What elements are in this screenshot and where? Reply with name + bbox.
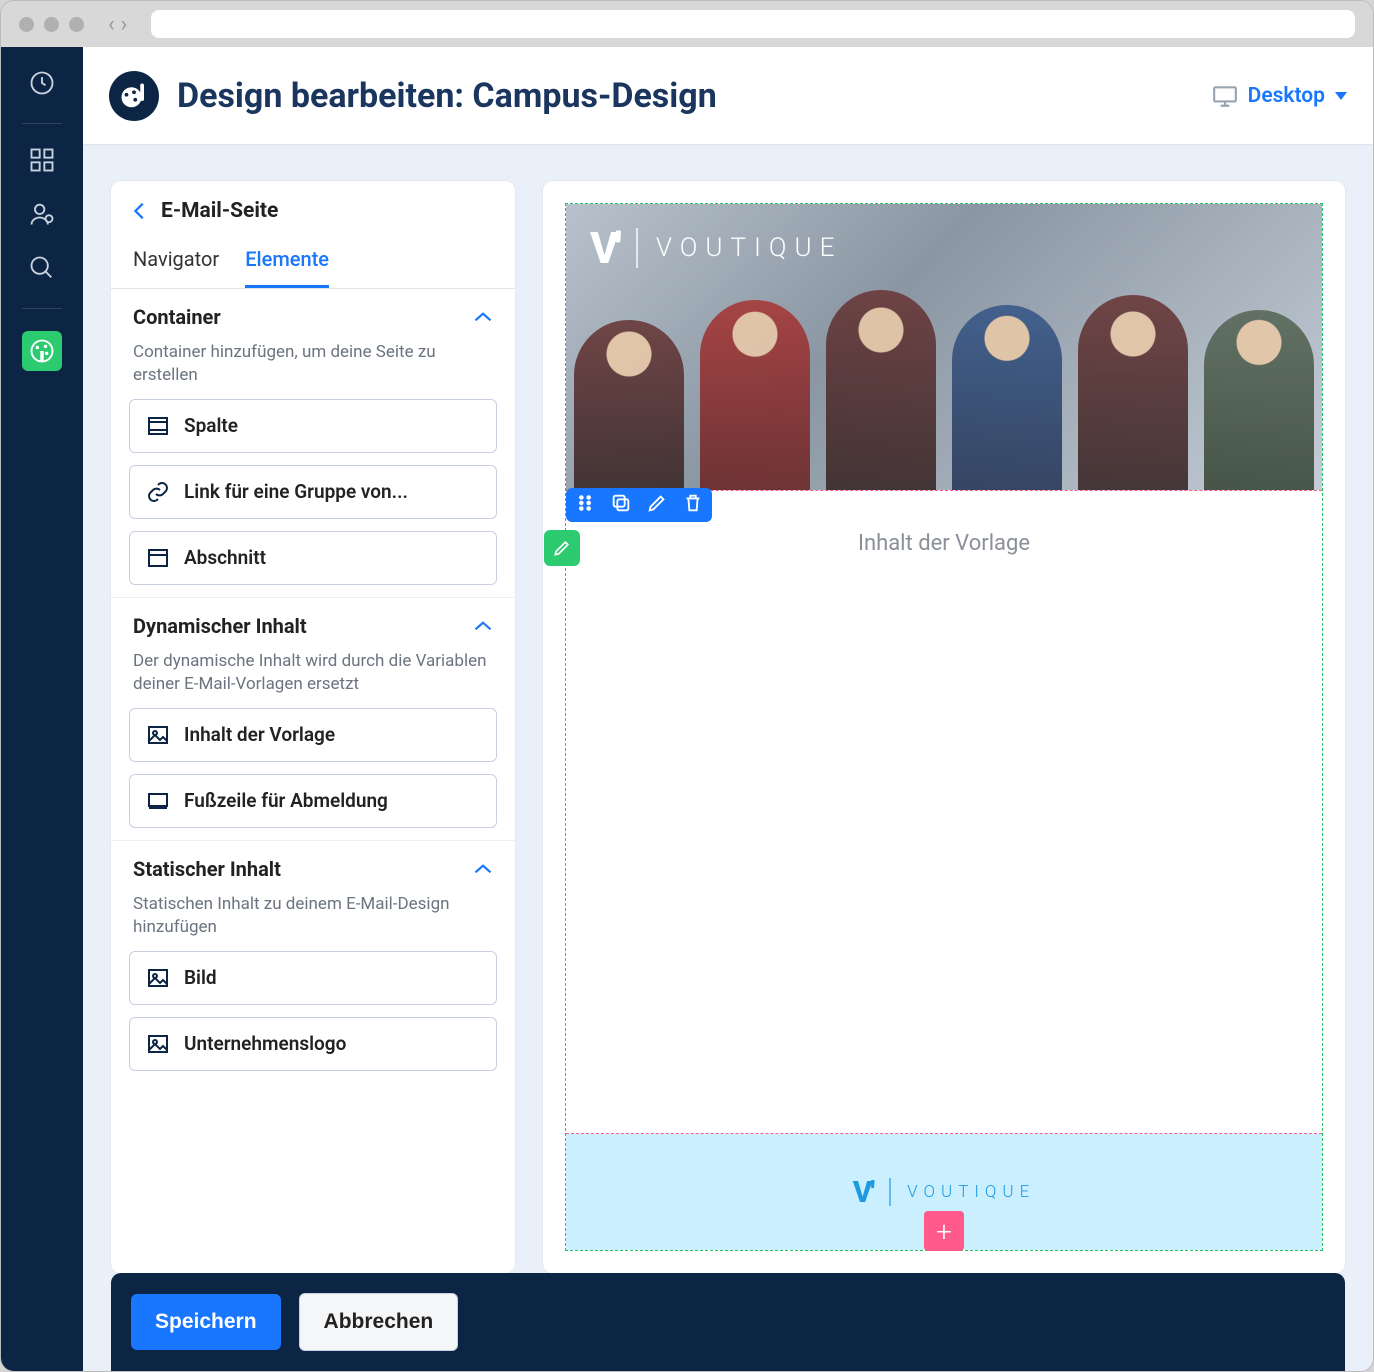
desktop-icon bbox=[1212, 85, 1238, 107]
section-static-header[interactable]: Statischer Inhalt bbox=[111, 840, 515, 893]
section-dynamic-desc: Der dynamische Inhalt wird durch die Var… bbox=[111, 650, 515, 708]
bottom-action-bar: Speichern Abbrechen bbox=[111, 1273, 1345, 1371]
element-section[interactable]: Abschnitt bbox=[129, 531, 497, 585]
element-link-group[interactable]: Link für eine Gruppe von... bbox=[129, 465, 497, 519]
window-traffic-lights bbox=[19, 17, 84, 32]
tab-elements[interactable]: Elemente bbox=[245, 237, 329, 288]
footer-logo-icon: V' bbox=[853, 1175, 873, 1210]
viewport-label: Desktop bbox=[1248, 84, 1325, 108]
drag-handle-icon[interactable] bbox=[574, 492, 596, 518]
column-icon bbox=[146, 414, 170, 438]
brand-logo-icon: V' bbox=[590, 222, 618, 274]
window-max-dot[interactable] bbox=[69, 17, 84, 32]
chevron-down-icon bbox=[1335, 92, 1347, 100]
image-icon bbox=[146, 1032, 170, 1056]
panel-back-button[interactable]: E-Mail-Seite bbox=[111, 181, 515, 237]
window-close-dot[interactable] bbox=[19, 17, 34, 32]
delete-icon[interactable] bbox=[682, 492, 704, 518]
footer-icon bbox=[146, 789, 170, 813]
brand-name: VOUTIQUE bbox=[656, 233, 843, 263]
section-static-desc: Statischen Inhalt zu deinem E-Mail-Desig… bbox=[111, 893, 515, 951]
nav-design-icon[interactable] bbox=[22, 331, 62, 371]
viewport-selector[interactable]: Desktop bbox=[1212, 84, 1347, 108]
design-app-icon bbox=[109, 71, 159, 121]
section-static-title: Statischer Inhalt bbox=[133, 857, 281, 881]
section-dynamic-title: Dynamischer Inhalt bbox=[133, 614, 307, 638]
window-titlebar: ‹ › bbox=[1, 1, 1373, 47]
design-canvas[interactable]: V' VOUTIQUE I bbox=[543, 181, 1345, 1273]
chevron-up-icon bbox=[473, 619, 493, 633]
element-unsubscribe-footer[interactable]: Fußzeile für Abmeldung bbox=[129, 774, 497, 828]
section-container-header[interactable]: Container bbox=[111, 289, 515, 341]
app-side-nav bbox=[1, 47, 83, 1371]
selection-toolbar bbox=[566, 488, 712, 522]
nav-dashboard-icon[interactable] bbox=[28, 146, 56, 178]
copy-icon[interactable] bbox=[610, 492, 632, 518]
edit-block-button[interactable] bbox=[544, 530, 580, 566]
cancel-button[interactable]: Abbrechen bbox=[299, 1293, 459, 1351]
nav-back-icon[interactable]: ‹ bbox=[108, 12, 115, 37]
left-panel: E-Mail-Seite Navigator Elemente Containe… bbox=[111, 181, 515, 1273]
section-container-desc: Container hinzufügen, um deine Seite zu … bbox=[111, 341, 515, 399]
panel-back-label: E-Mail-Seite bbox=[161, 199, 278, 223]
page-header: Design bearbeiten: Campus-Design Desktop bbox=[83, 47, 1373, 145]
window-min-dot[interactable] bbox=[44, 17, 59, 32]
image-icon bbox=[146, 966, 170, 990]
save-button[interactable]: Speichern bbox=[131, 1294, 281, 1350]
element-image[interactable]: Bild bbox=[129, 951, 497, 1005]
link-icon bbox=[146, 480, 170, 504]
tab-navigator[interactable]: Navigator bbox=[133, 237, 219, 288]
hero-brand: V' VOUTIQUE bbox=[590, 222, 842, 274]
element-company-logo[interactable]: Unternehmenslogo bbox=[129, 1017, 497, 1071]
section-container-title: Container bbox=[133, 305, 221, 329]
chevron-up-icon bbox=[473, 310, 493, 324]
page-title: Design bearbeiten: Campus-Design bbox=[177, 76, 717, 116]
element-template-content[interactable]: Inhalt der Vorlage bbox=[129, 708, 497, 762]
image-icon bbox=[146, 723, 170, 747]
browser-nav-arrows: ‹ › bbox=[108, 12, 127, 37]
nav-forward-icon[interactable]: › bbox=[121, 12, 128, 37]
browser-url-bar[interactable] bbox=[151, 10, 1355, 38]
section-icon bbox=[146, 546, 170, 570]
nav-search-icon[interactable] bbox=[28, 254, 56, 286]
nav-history-icon[interactable] bbox=[28, 69, 56, 101]
nav-user-icon[interactable] bbox=[28, 200, 56, 232]
footer-brand-name: VOUTIQUE bbox=[907, 1182, 1035, 1202]
hero-image-block[interactable]: V' VOUTIQUE bbox=[566, 204, 1322, 490]
section-dynamic-header[interactable]: Dynamischer Inhalt bbox=[111, 597, 515, 650]
template-content-placeholder[interactable]: Inhalt der Vorlage bbox=[566, 490, 1322, 1134]
element-column[interactable]: Spalte bbox=[129, 399, 497, 453]
add-block-button[interactable]: + bbox=[924, 1211, 964, 1251]
chevron-left-icon bbox=[129, 200, 151, 222]
chevron-up-icon bbox=[473, 862, 493, 876]
edit-icon[interactable] bbox=[646, 492, 668, 518]
